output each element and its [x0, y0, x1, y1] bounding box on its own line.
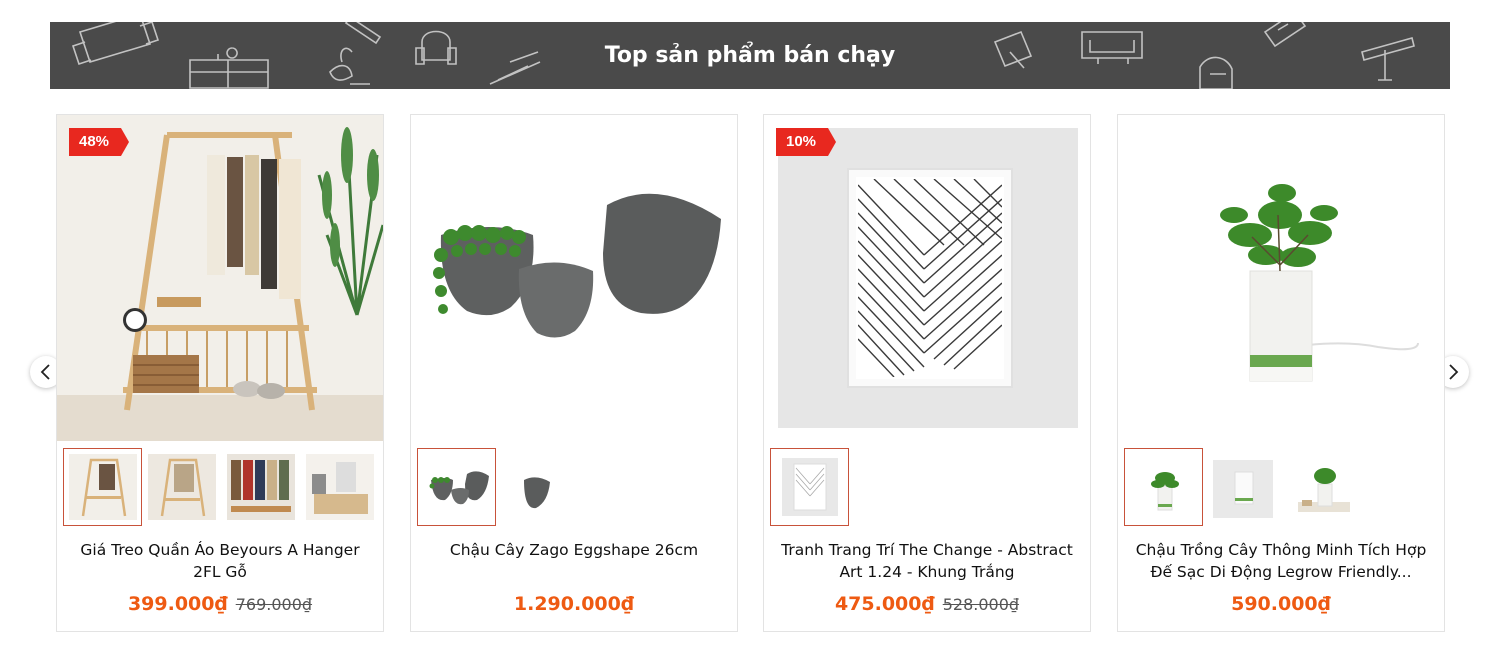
price-row: 399.000₫ 769.000₫: [57, 593, 383, 615]
product-card[interactable]: Chậu Cây Zago Eggshape 26cm 1.290.000₫: [410, 114, 738, 632]
price-row: 475.000₫ 528.000₫: [764, 593, 1090, 615]
old-price: 769.000₫: [235, 595, 313, 614]
thumbnail[interactable]: [300, 448, 379, 526]
product-image[interactable]: [411, 115, 737, 441]
section-banner: Top sản phẩm bán chạy: [50, 22, 1450, 89]
product-title[interactable]: Chậu Cây Zago Eggshape 26cm: [419, 539, 729, 583]
thumbnail[interactable]: [1124, 448, 1203, 526]
current-price: 1.290.000₫: [513, 593, 635, 615]
section-title: Top sản phẩm bán chạy: [604, 43, 896, 68]
product-card[interactable]: Chậu Trồng Cây Thông Minh Tích Hợp Đế Sạ…: [1117, 114, 1445, 632]
product-image[interactable]: 10%: [764, 115, 1090, 441]
thumbnail-strip: [770, 448, 849, 526]
price-row: 590.000₫: [1118, 593, 1444, 615]
product-title[interactable]: Tranh Trang Trí The Change - Abstract Ar…: [772, 539, 1082, 583]
product-card[interactable]: 48% Giá Treo Quần Áo Beyours A Hanger 2F…: [56, 114, 384, 632]
thumbnail-strip: [417, 448, 575, 526]
product-card[interactable]: 10% Tranh Trang Trí The Change - Abstrac…: [763, 114, 1091, 632]
thumbnail-strip: [1124, 448, 1361, 526]
thumbnail[interactable]: [63, 448, 142, 526]
product-image[interactable]: [1118, 115, 1444, 441]
thumbnail[interactable]: [221, 448, 300, 526]
thumbnail[interactable]: [142, 448, 221, 526]
current-price: 475.000₫: [834, 593, 935, 615]
product-title[interactable]: Chậu Trồng Cây Thông Minh Tích Hợp Đế Sạ…: [1126, 539, 1436, 583]
thumbnail-strip: [63, 448, 379, 526]
product-title[interactable]: Giá Treo Quần Áo Beyours A Hanger 2FL Gỗ: [65, 539, 375, 583]
current-price: 399.000₫: [127, 593, 228, 615]
thumbnail[interactable]: [417, 448, 496, 526]
thumbnail[interactable]: [496, 448, 575, 526]
thumbnail[interactable]: [1203, 448, 1282, 526]
discount-badge: 48%: [69, 128, 130, 156]
thumbnail[interactable]: [770, 448, 849, 526]
chevron-right-icon: [1449, 364, 1459, 380]
price-row: 1.290.000₫: [411, 593, 737, 615]
product-image[interactable]: 48%: [57, 115, 383, 441]
current-price: 590.000₫: [1231, 593, 1331, 615]
discount-badge: 10%: [776, 128, 837, 156]
thumbnail[interactable]: [1282, 448, 1361, 526]
old-price: 528.000₫: [942, 595, 1020, 614]
chevron-left-icon: [40, 364, 50, 380]
